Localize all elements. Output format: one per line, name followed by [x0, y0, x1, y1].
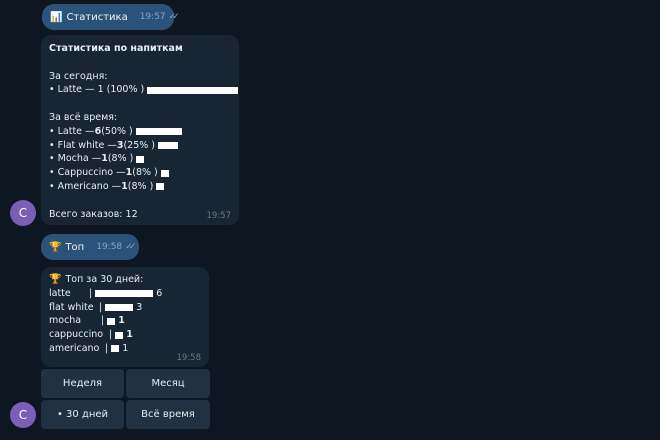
- top-row: mocha | 1: [49, 315, 125, 327]
- alltime-item-bar: [135, 154, 146, 164]
- top-row: flat white | 3: [49, 301, 143, 313]
- alltime-item-bar: [155, 182, 166, 192]
- trophy-icon: 🏆: [49, 274, 62, 285]
- month-button[interactable]: Месяц: [126, 369, 210, 398]
- all-time-button[interactable]: Всё время: [126, 400, 210, 429]
- top-title: 🏆 Топ за 30 дней:: [49, 274, 144, 285]
- today-item-text: • Latte — 1 (100% ): [49, 84, 145, 96]
- top-row-bar: [94, 289, 155, 299]
- avatar[interactable]: С: [10, 402, 36, 428]
- alltime-item: • Cappuccino — 1 (8% ): [49, 166, 239, 180]
- top-row-bar: [114, 330, 125, 340]
- today-item-bar: [146, 85, 239, 95]
- incoming-message-top: 🏆 Топ за 30 дней: latte | 6 flat white |…: [41, 267, 209, 367]
- stats-title: Статистика по напиткам: [49, 43, 183, 54]
- message-time: 19:58: [176, 353, 202, 363]
- alltime-item: • Americano — 1 (8% ): [49, 180, 239, 194]
- message-text: Статистика: [66, 11, 128, 23]
- alltime-item: • Latte — 6 (50% ): [49, 125, 239, 139]
- avatar[interactable]: С: [10, 200, 36, 226]
- today-item: • Latte — 1 (100% ): [49, 83, 239, 97]
- incoming-message-stats: Статистика по напиткам За сегодня: • Lat…: [41, 35, 239, 225]
- top-row-bar: [106, 316, 117, 326]
- top-row-bar: [110, 344, 121, 354]
- alltime-item: • Mocha — 1 (8% ): [49, 152, 239, 166]
- read-ticks-icon: ✓✓: [168, 11, 180, 22]
- alltime-item-bar: [159, 168, 170, 178]
- bar-chart-icon: 📊: [50, 11, 63, 23]
- read-ticks-icon: ✓✓: [125, 241, 136, 252]
- top-row-bar: [104, 302, 135, 312]
- top-row: latte | 6: [49, 287, 163, 299]
- alltime-item-bar: [134, 127, 183, 137]
- outgoing-message-top: 🏆 Топ 19:58 ✓✓: [41, 234, 139, 260]
- top-row: cappuccino | 1: [49, 329, 133, 341]
- trophy-icon: 🏆: [49, 241, 62, 253]
- message-time: 19:58: [96, 241, 123, 252]
- alltime-item-bar: [157, 140, 180, 150]
- outgoing-message-stats: 📊 Статистика 19:57 ✓✓: [42, 4, 180, 30]
- 30-days-button[interactable]: • 30 дней: [41, 400, 124, 429]
- message-text: Топ: [65, 241, 85, 253]
- message-time: 19:57: [206, 211, 232, 221]
- message-time: 19:57: [139, 11, 166, 22]
- alltime-label: За всё время:: [49, 111, 118, 123]
- week-button[interactable]: Неделя: [41, 369, 124, 398]
- alltime-item: • Flat white — 3 (25% ): [49, 139, 239, 153]
- today-label: За сегодня:: [49, 70, 108, 82]
